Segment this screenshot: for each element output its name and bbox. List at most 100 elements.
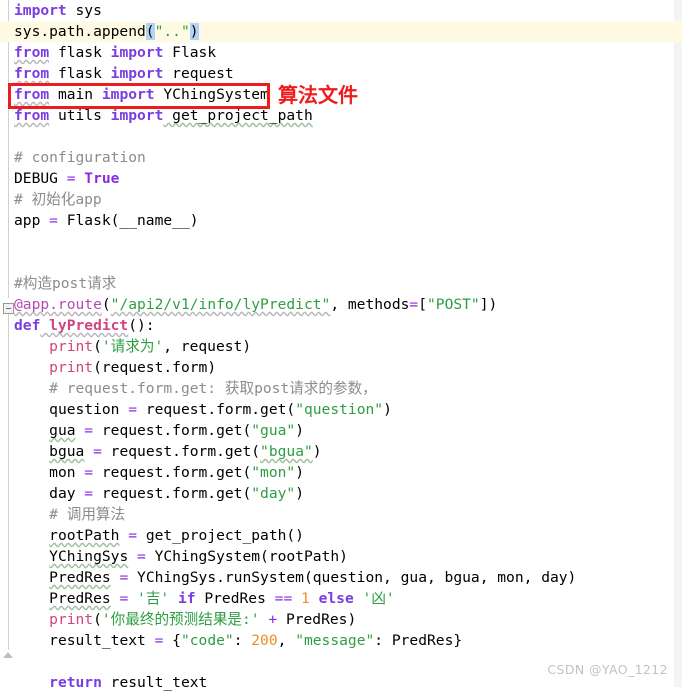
token-name: day <box>49 485 76 502</box>
token-operator: = <box>75 422 102 439</box>
code-line[interactable]: import sys <box>0 0 682 21</box>
code-line[interactable]: # 调用算法 <box>0 504 682 525</box>
token-operator: = <box>40 212 67 229</box>
token-paren: ) <box>295 485 304 502</box>
code-line[interactable]: gua = request.form.get("gua") <box>0 420 682 441</box>
token-keyword-import: import <box>101 86 155 103</box>
token-name: PredRes <box>49 569 111 586</box>
code-line[interactable]: # 初始化app <box>0 189 682 210</box>
token-module: flask <box>49 65 111 82</box>
token-decorator: @app.route <box>14 296 102 313</box>
token-operator: = <box>75 485 102 502</box>
token-bracket: [ <box>418 296 427 313</box>
token-string-xiong: '凶' <box>362 590 395 607</box>
token-keyword: import <box>14 2 67 19</box>
token-string-route: "/api2/v1/info/lyPredict" <box>110 296 331 313</box>
token-paren: ) <box>295 464 304 481</box>
code-line-blank[interactable] <box>0 252 682 273</box>
token-paren: ( <box>93 338 102 355</box>
token-operator: = <box>84 443 111 460</box>
token-keyword-import: import <box>110 107 164 124</box>
token-name: result_text <box>101 674 208 691</box>
code-editor[interactable]: import sys sys.path.append("..") from fl… <box>0 0 682 691</box>
token-string-key-code: "code" <box>180 632 234 649</box>
token-call: request.form.get( <box>145 401 296 418</box>
token-operator: = <box>75 464 102 481</box>
token-paren: ( <box>93 611 102 628</box>
token-operator: = <box>119 401 146 418</box>
code-line[interactable]: result_text = {"code": 200, "message": P… <box>0 630 682 651</box>
token-name: app <box>14 212 41 229</box>
code-line[interactable]: print(request.form) <box>0 357 682 378</box>
code-line[interactable]: PredRes = YChingSys.runSystem(question, … <box>0 567 682 588</box>
token-module: utils <box>49 107 111 124</box>
token-number-200: 200 <box>251 632 278 649</box>
token-name: YChingSys <box>49 548 129 565</box>
code-line[interactable]: #构造post请求 <box>0 273 682 294</box>
token-paren: ( <box>101 296 111 313</box>
token-string-ji: '吉' <box>137 590 170 607</box>
token-name: PredRes <box>204 590 266 607</box>
token-operator: = <box>409 296 419 313</box>
code-line[interactable]: rootPath = get_project_path() <box>0 525 682 546</box>
token-call: YChingSystem(rootPath) <box>154 548 348 565</box>
token-paren: ) <box>383 401 392 418</box>
code-line-blank[interactable] <box>0 126 682 147</box>
token-string: '请求为' <box>101 338 164 355</box>
code-line[interactable]: bgua = request.form.get("bgua") <box>0 441 682 462</box>
code-line[interactable]: question = request.form.get("question") <box>0 399 682 420</box>
token-name: rootPath <box>49 527 120 544</box>
token-comma: , <box>277 632 296 649</box>
token-string: "mon" <box>251 464 296 481</box>
token-call: request.form.get( <box>101 464 252 481</box>
token-comment: # configuration <box>14 149 146 166</box>
annotation-label: 算法文件 <box>278 83 358 107</box>
token-operator-eq: == <box>265 590 302 607</box>
token-operator: = <box>128 548 155 565</box>
code-line[interactable]: print('你最终的预测结果是:' + PredRes) <box>0 609 682 630</box>
token-expr: sys.path.append <box>14 23 146 40</box>
watermark: CSDN @YAO_1212 <box>547 662 668 677</box>
code-line[interactable]: print('请求为', request) <box>0 336 682 357</box>
token-arg: , request) <box>163 338 252 355</box>
token-call: request.form.get( <box>101 485 252 502</box>
code-line[interactable]: # request.form.get: 获取post请求的参数， <box>0 378 682 399</box>
code-line[interactable]: from flask import Flask <box>0 42 682 63</box>
token-name: bgua <box>49 443 85 460</box>
code-line[interactable]: DEBUG = True <box>0 168 682 189</box>
token-call: get_project_path() <box>145 527 304 544</box>
token-operator: = <box>57 170 85 187</box>
token-name: get_project_path <box>163 107 313 124</box>
token-keyword-if: if <box>169 590 205 607</box>
code-line[interactable]: app = Flask(__name__) <box>0 210 682 231</box>
token-comment: # request.form.get: 获取post请求的参数， <box>49 380 377 397</box>
code-line-current[interactable]: sys.path.append("..") <box>0 21 682 42</box>
code-line[interactable]: YChingSys = YChingSystem(rootPath) <box>0 546 682 567</box>
token-module: main <box>49 86 102 103</box>
token-name: YChingSystem <box>154 86 269 103</box>
token-call: request.form.get( <box>101 422 252 439</box>
token-operator: = <box>145 632 173 649</box>
code-line[interactable]: day = request.form.get("day") <box>0 483 682 504</box>
token-keyword-import: import <box>110 44 164 61</box>
token-keyword-from: from <box>14 107 50 124</box>
code-line[interactable]: def lyPredict(): <box>0 315 682 336</box>
code-line[interactable]: PredRes = '吉' if PredRes == 1 else '凶' <box>0 588 682 609</box>
code-line[interactable]: # configuration <box>0 147 682 168</box>
code-line-blank[interactable] <box>0 231 682 252</box>
token-string-method: "POST" <box>427 296 480 313</box>
token-bracket-open: ( <box>145 23 155 40</box>
token-builtin-print: print <box>49 338 94 355</box>
token-name: result_text <box>49 632 146 649</box>
token-paren: ) <box>295 422 304 439</box>
code-line[interactable]: @app.route("/api2/v1/info/lyPredict", me… <box>0 294 682 315</box>
token-keyword-else: else <box>309 590 363 607</box>
token-operator-plus: + <box>259 611 286 628</box>
code-line[interactable]: mon = request.form.get("mon") <box>0 462 682 483</box>
code-line[interactable]: from utils import get_project_path <box>0 105 682 126</box>
code-line[interactable]: from flask import request <box>0 63 682 84</box>
token-bracket-close: ) <box>189 23 199 40</box>
token-keyword-from: from <box>14 65 50 82</box>
token-string: ".." <box>154 23 190 40</box>
token-name: DEBUG <box>14 170 58 187</box>
